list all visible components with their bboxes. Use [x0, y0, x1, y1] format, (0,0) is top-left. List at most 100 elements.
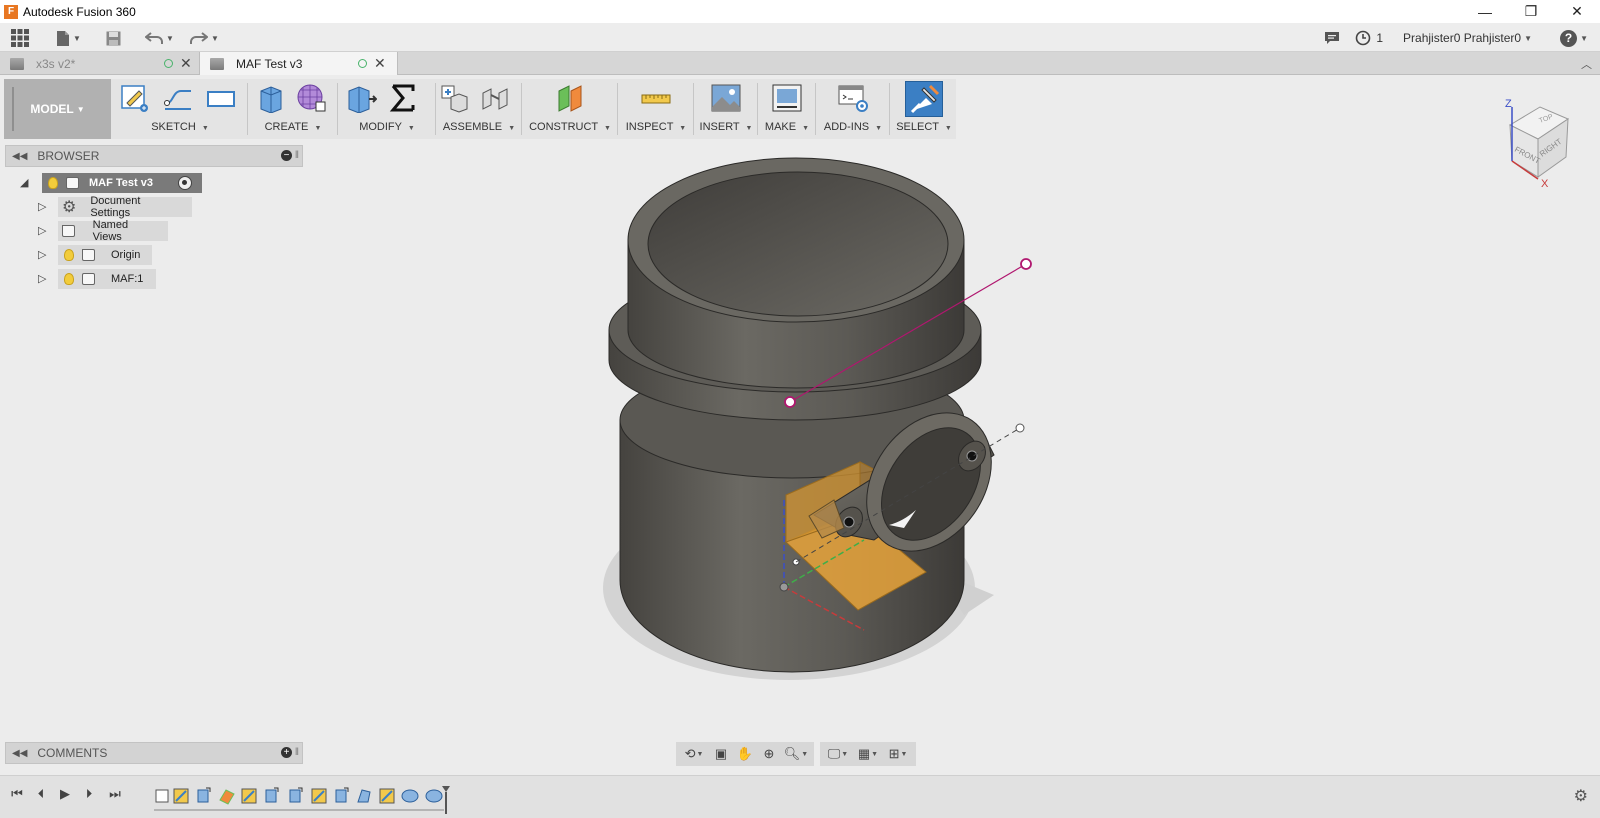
create-menu-button[interactable]: CREATE ▼	[251, 121, 335, 133]
document-settings-node[interactable]: ⚙ Document Settings	[58, 195, 192, 219]
model-viewport[interactable]	[304, 140, 1600, 740]
collapse-panel-icon[interactable]: ◀◀	[12, 151, 27, 162]
tree-item-maf-1: ▷ MAF:1	[38, 269, 298, 289]
x-axis-label: X	[1541, 178, 1549, 190]
orbit-button[interactable]: ⟲ ▼	[679, 743, 709, 765]
rectangle-tool-icon[interactable]	[205, 83, 237, 113]
panel-pin-icon[interactable]: ‖	[295, 150, 299, 161]
job-status-button[interactable]: 1	[1355, 27, 1383, 49]
close-tab-icon[interactable]: ✕	[180, 55, 192, 72]
expand-triangle-icon[interactable]: ▷	[38, 224, 50, 238]
3d-print-icon[interactable]	[771, 83, 803, 113]
expand-triangle-icon[interactable]: ▷	[38, 248, 50, 262]
gear-icon[interactable]: ⚙	[1574, 786, 1588, 806]
activate-target-icon[interactable]	[178, 176, 192, 190]
grid-settings-button[interactable]: ▦ ▼	[853, 743, 883, 765]
visibility-bulb-icon[interactable]	[48, 177, 58, 189]
select-menu-button[interactable]: SELECT ▼	[893, 121, 955, 133]
timeline-feature-icons[interactable]	[155, 787, 443, 805]
viewports-button[interactable]: ⊞ ▼	[883, 743, 913, 765]
restore-button[interactable]: ❐	[1508, 0, 1554, 23]
save-button[interactable]	[106, 27, 121, 49]
comments-panel-header[interactable]: ◀◀ COMMENTS + ‖	[5, 742, 303, 764]
insert-menu-button[interactable]: INSERT ▼	[697, 121, 755, 133]
tab-maf-test-v3[interactable]: MAF Test v3 ✕	[200, 52, 398, 75]
construct-menu-button[interactable]: CONSTRUCT ▼	[525, 121, 615, 133]
minimize-button[interactable]: —	[1462, 0, 1508, 23]
go-to-end-icon[interactable]: ⏭	[107, 786, 123, 802]
viewcube[interactable]: TOP FRONT RIGHT Z X	[1488, 95, 1588, 195]
undo-button[interactable]: ▼	[145, 27, 174, 49]
insert-group: INSERT ▼	[697, 79, 755, 139]
panel-pin-icon[interactable]: ‖	[295, 747, 299, 758]
press-pull-icon[interactable]	[345, 83, 377, 113]
modify-menu-button[interactable]: MODIFY ▼	[341, 121, 433, 133]
saved-status-icon	[164, 59, 173, 68]
look-at-icon: ▣	[714, 746, 728, 761]
workspace-label: MODEL	[30, 102, 74, 116]
assemble-menu-button[interactable]: ASSEMBLE ▼	[439, 121, 519, 133]
document-tab-bar: x3s v2* ✕ MAF Test v3 ✕ ︿	[0, 52, 1600, 75]
maf-component-node[interactable]: MAF:1	[58, 269, 156, 289]
step-back-icon[interactable]: ⏴	[33, 786, 49, 802]
form-sculpt-icon[interactable]	[295, 83, 327, 113]
extrude-icon[interactable]	[255, 83, 287, 113]
look-at-button[interactable]: ▣	[709, 743, 733, 765]
zoom-button[interactable]: ⊕	[757, 743, 781, 765]
visibility-bulb-icon[interactable]	[64, 273, 74, 285]
selection-cursor-icon	[910, 84, 940, 114]
inspect-menu-button[interactable]: INSPECT ▼	[621, 121, 691, 133]
play-icon[interactable]: ▶	[57, 786, 73, 802]
display-tools-group: 🖵 ▼ ▦ ▼ ⊞ ▼	[820, 742, 916, 766]
line-tool-icon[interactable]	[163, 83, 195, 113]
file-icon	[57, 30, 69, 46]
origin-node[interactable]: Origin	[58, 245, 152, 265]
component-icon	[82, 273, 95, 285]
new-component-icon[interactable]	[439, 83, 471, 113]
measure-icon[interactable]	[640, 83, 672, 113]
ribbon-divider	[757, 83, 758, 135]
close-tab-icon[interactable]: ✕	[374, 55, 386, 72]
drag-grip-icon	[12, 87, 14, 131]
redo-button[interactable]: ▼	[190, 27, 219, 49]
add-comment-icon[interactable]: +	[281, 747, 292, 758]
notifications-button[interactable]	[1324, 27, 1340, 49]
visibility-bulb-icon[interactable]	[64, 249, 74, 261]
close-window-button[interactable]: ✕	[1554, 0, 1600, 23]
select-tool-button[interactable]	[905, 81, 943, 117]
data-panel-button[interactable]	[11, 27, 29, 49]
create-sketch-icon[interactable]	[119, 83, 151, 113]
fit-button[interactable]: 🔍︎ ▼	[781, 743, 811, 765]
sketch-menu-button[interactable]: SKETCH ▼	[115, 121, 245, 133]
insert-image-icon[interactable]	[710, 83, 742, 113]
minimize-panel-icon[interactable]: −	[281, 150, 292, 161]
tab-x3s-v2[interactable]: x3s v2* ✕	[0, 52, 200, 75]
browser-panel-header[interactable]: ◀◀ BROWSER − ‖	[5, 145, 303, 167]
expanded-triangle-icon[interactable]: ◢	[20, 176, 32, 190]
workspace-switcher[interactable]: MODEL ▼	[4, 79, 111, 139]
ribbon-divider	[337, 83, 338, 135]
scripts-addins-icon[interactable]	[837, 83, 869, 113]
expand-triangle-icon[interactable]: ▷	[38, 200, 50, 214]
collapse-panel-icon[interactable]: ◀◀	[12, 748, 27, 759]
design-icon	[210, 57, 224, 70]
user-account-menu[interactable]: Prahjister0 Prahjister0 ▼	[1403, 27, 1532, 49]
chevron-down-icon: ▼	[211, 33, 219, 43]
step-forward-icon[interactable]: ⏵	[81, 786, 97, 802]
timeline-features[interactable]	[154, 784, 454, 816]
make-menu-button[interactable]: MAKE ▼	[761, 121, 813, 133]
named-views-node[interactable]: Named Views	[58, 219, 168, 243]
grid-icon: ▦	[857, 746, 871, 761]
joint-icon[interactable]	[479, 83, 511, 113]
sigma-parameters-icon[interactable]	[387, 83, 419, 113]
offset-plane-icon[interactable]	[555, 83, 587, 113]
go-to-start-icon[interactable]: ⏮	[9, 786, 25, 802]
pan-button[interactable]: ✋	[733, 743, 757, 765]
maf-tube-body[interactable]	[608, 157, 982, 673]
expand-triangle-icon[interactable]: ▷	[38, 272, 50, 286]
help-button[interactable]: ? ▼	[1560, 27, 1588, 49]
add-ins-menu-button[interactable]: ADD-INS ▼	[819, 121, 887, 133]
chevron-up-icon[interactable]: ︿	[1581, 56, 1592, 72]
display-settings-button[interactable]: 🖵 ▼	[823, 743, 853, 765]
file-menu-button[interactable]: ▼	[56, 27, 81, 49]
